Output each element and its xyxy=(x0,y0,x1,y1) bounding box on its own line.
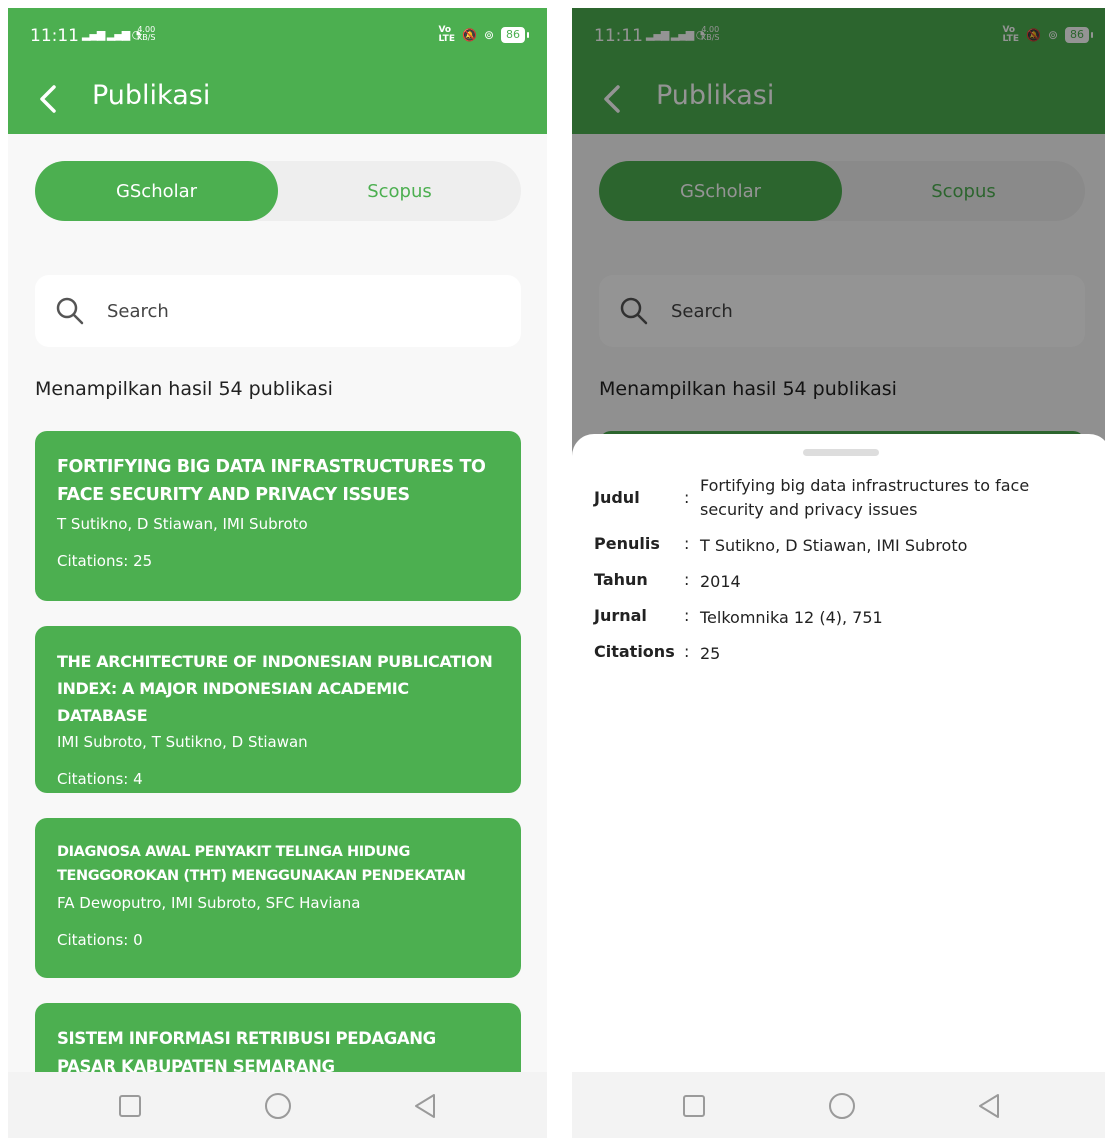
status-time: 11:11 xyxy=(30,26,79,46)
square-icon xyxy=(119,1095,141,1117)
app-bar: Publikasi xyxy=(8,64,547,134)
publication-title: Fortifying big data infrastructures to f… xyxy=(57,457,486,505)
page-title: Publikasi xyxy=(92,80,211,111)
search-box xyxy=(35,275,521,347)
triangle-back-icon xyxy=(979,1094,999,1118)
back-button[interactable] xyxy=(28,76,68,122)
detail-separator: : xyxy=(684,642,690,661)
detail-separator: : xyxy=(684,488,690,507)
detail-value-title: Fortifying big data infrastructures to f… xyxy=(700,476,1030,519)
search-input[interactable] xyxy=(107,293,487,329)
publication-card[interactable]: Diagnosa Awal Penyakit Telinga Hidung Te… xyxy=(35,818,521,978)
publication-title: The architecture of Indonesian publicati… xyxy=(57,652,493,725)
detail-value-citations: 25 xyxy=(700,644,721,663)
status-bar: 11:11 ▂▄▆ ▂▄▆ ◔ 4.00 KB/S Vo LTE 🔕 ⊚ 86 xyxy=(8,8,547,64)
publication-citations: Citations: 4 xyxy=(57,770,143,788)
publication-authors: IMI Subroto, T Sutikno, D Stiawan xyxy=(57,733,308,751)
publication-card[interactable]: The architecture of Indonesian publicati… xyxy=(35,626,521,793)
circle-icon xyxy=(265,1093,291,1119)
detail-row-judul: Judul : Fortifying big data infrastructu… xyxy=(594,474,1091,522)
square-icon xyxy=(683,1095,705,1117)
home-button[interactable] xyxy=(253,1084,303,1128)
detail-separator: : xyxy=(684,534,690,553)
publication-citations: Citations: 25 xyxy=(57,552,153,570)
network-speed: 4.00 KB/S xyxy=(137,25,156,42)
detail-row-jurnal: Jurnal : Telkomnika 12 (4), 751 xyxy=(594,606,1091,630)
detail-separator: : xyxy=(684,606,690,625)
detail-value-journal: Telkomnika 12 (4), 751 xyxy=(700,608,883,627)
recent-apps-button[interactable] xyxy=(105,1084,155,1128)
publication-title: Diagnosa Awal Penyakit Telinga Hidung Te… xyxy=(57,844,466,884)
publication-title: Sistem Informasi Retribusi Pedagang Pasa… xyxy=(57,1029,436,1076)
detail-separator: : xyxy=(684,570,690,589)
detail-label: Judul xyxy=(594,488,640,507)
result-count: Menampilkan hasil 54 publikasi xyxy=(35,378,333,400)
chevron-left-icon xyxy=(40,85,56,113)
source-tab-switch: GScholar Scopus xyxy=(35,161,521,221)
signal-icon: ▂▄▆ ▂▄▆ ◔ xyxy=(82,28,141,41)
search-icon xyxy=(56,297,84,325)
publication-authors: T Sutikno, D Stiawan, IMI Subroto xyxy=(57,515,308,533)
detail-value-year: 2014 xyxy=(700,572,741,591)
publication-detail-sheet: Judul : Fortifying big data infrastructu… xyxy=(572,434,1105,1072)
system-nav-bar xyxy=(8,1072,547,1138)
battery-indicator: 86 xyxy=(501,27,529,43)
tab-gscholar[interactable]: GScholar xyxy=(35,161,278,221)
phone-screen-list: 11:11 ▂▄▆ ▂▄▆ ◔ 4.00 KB/S Vo LTE 🔕 ⊚ 86 … xyxy=(8,8,547,1138)
bell-muted-icon: 🔕 xyxy=(461,28,477,42)
detail-label: Penulis xyxy=(594,534,660,553)
drag-handle[interactable] xyxy=(803,449,879,456)
system-nav-bar xyxy=(572,1072,1105,1138)
detail-label: Tahun xyxy=(594,570,648,589)
phone-screen-detail: 11:11 ▂▄▆ ▂▄▆ ◔ 4.00 KB/S Vo LTE 🔕 ⊚ 86 … xyxy=(572,8,1105,1138)
detail-label: Jurnal xyxy=(594,606,647,625)
circle-icon xyxy=(829,1093,855,1119)
detail-label: Citations xyxy=(594,642,675,661)
detail-value-authors: T Sutikno, D Stiawan, IMI Subroto xyxy=(700,536,968,555)
triangle-back-icon xyxy=(415,1094,435,1118)
tab-scopus[interactable]: Scopus xyxy=(278,161,521,221)
publication-citations: Citations: 0 xyxy=(57,931,143,949)
system-back-button[interactable] xyxy=(400,1084,450,1128)
detail-row-tahun: Tahun : 2014 xyxy=(594,570,1091,594)
detail-row-citations: Citations : 25 xyxy=(594,642,1091,666)
volte-icon: Vo LTE xyxy=(438,25,455,44)
system-back-button[interactable] xyxy=(964,1084,1014,1128)
recent-apps-button[interactable] xyxy=(669,1084,719,1128)
detail-row-penulis: Penulis : T Sutikno, D Stiawan, IMI Subr… xyxy=(594,534,1091,558)
status-right-icons: Vo LTE 🔕 ⊚ 86 xyxy=(438,25,529,44)
home-button[interactable] xyxy=(817,1084,867,1128)
publication-authors: FA Dewoputro, IMI Subroto, SFC Haviana xyxy=(57,894,361,912)
publication-card[interactable]: Fortifying big data infrastructures to f… xyxy=(35,431,521,601)
rotation-lock-icon: ⊚ xyxy=(483,28,494,42)
